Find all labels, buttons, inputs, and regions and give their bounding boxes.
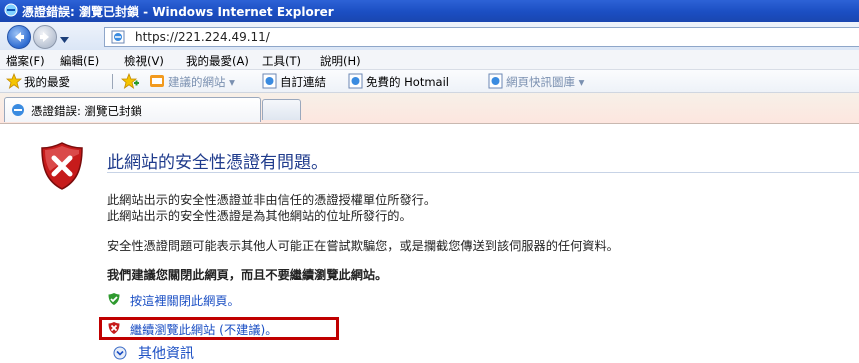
page-title: 此網站的安全性憑證有問題。 (107, 153, 328, 173)
custom-links-link[interactable]: 自訂連結 (280, 74, 326, 90)
ie-logo-icon (4, 3, 18, 20)
toolbar-separator (112, 74, 113, 89)
page-icon (488, 73, 504, 92)
shield-error-icon (36, 140, 88, 195)
tab-label: 憑證錯誤: 瀏覽已封鎖 (31, 104, 143, 118)
page-icon (348, 73, 364, 92)
add-favorite-icon[interactable] (120, 72, 139, 92)
close-page-link[interactable]: 按這裡關閉此網頁。 (130, 291, 240, 309)
menu-edit[interactable]: 編輯(E) (60, 53, 99, 69)
ie-tab-icon (11, 103, 25, 120)
window-title-bar: 憑證錯誤: 瀏覽已封鎖 - Windows Internet Explorer (0, 0, 859, 22)
menu-file[interactable]: 檔案(F) (6, 53, 45, 69)
page-icon (111, 30, 127, 47)
description-line-2: 此網站出示的安全性憑證是為其他網站的位址所發行的。 (107, 209, 412, 223)
green-check-shield-icon (107, 292, 121, 309)
tab-row: 憑證錯誤: 瀏覽已封鎖 (0, 93, 859, 124)
description-line-3: 安全性憑證問題可能表示其他人可能正在嘗試欺騙您，或是攔截您傳送到該伺服器的任何資… (107, 239, 619, 253)
error-page: 此網站的安全性憑證有問題。 此網站出示的安全性憑證並非由信任的憑證授權單位所發行… (0, 124, 859, 363)
page-icon (262, 73, 278, 92)
menu-view[interactable]: 檢視(V) (124, 53, 164, 69)
menu-favorites[interactable]: 我的最愛(A) (186, 53, 249, 69)
favorites-bar: 我的最愛 建議的網站 ▾ 自訂連結 免費的 Hotmail 網頁快訊圖庫 ▾ (0, 70, 859, 93)
hotmail-link[interactable]: 免費的 Hotmail (366, 74, 449, 90)
url-field[interactable]: https://221.224.49.11/ (104, 27, 859, 47)
favorites-button[interactable]: 我的最愛 (24, 74, 70, 90)
arrow-right-icon (40, 32, 49, 42)
window-title: 憑證錯誤: 瀏覽已封鎖 - Windows Internet Explorer (22, 5, 334, 19)
arrow-left-icon (15, 32, 24, 42)
suggested-sites-link[interactable]: 建議的網站 ▾ (168, 74, 235, 90)
recommendation-text: 我們建議您關閉此網頁，而且不要繼續瀏覽此網站。 (107, 268, 388, 282)
menu-tools[interactable]: 工具(T) (262, 53, 301, 69)
chevron-down-icon (60, 37, 69, 43)
new-tab-button[interactable] (262, 99, 301, 120)
back-button[interactable] (7, 25, 31, 49)
divider (107, 172, 859, 173)
forward-button[interactable] (33, 25, 57, 49)
star-icon (5, 72, 23, 92)
suggested-sites-icon (149, 73, 165, 92)
more-info-link[interactable]: 其他資訊 (138, 343, 194, 363)
url-text: https://221.224.49.11/ (135, 30, 270, 44)
menu-help[interactable]: 說明(H) (320, 53, 361, 69)
tab-certificate-error[interactable]: 憑證錯誤: 瀏覽已封鎖 (4, 97, 261, 122)
highlight-box (99, 317, 339, 340)
address-toolbar: https://221.224.49.11/ (0, 22, 859, 50)
web-slice-gallery-link[interactable]: 網頁快訊圖庫 ▾ (506, 74, 584, 90)
expand-down-icon[interactable] (113, 346, 127, 363)
recent-pages-dropdown[interactable] (60, 32, 69, 46)
menu-bar: 檔案(F) 編輯(E) 檢視(V) 我的最愛(A) 工具(T) 說明(H) (0, 50, 859, 70)
